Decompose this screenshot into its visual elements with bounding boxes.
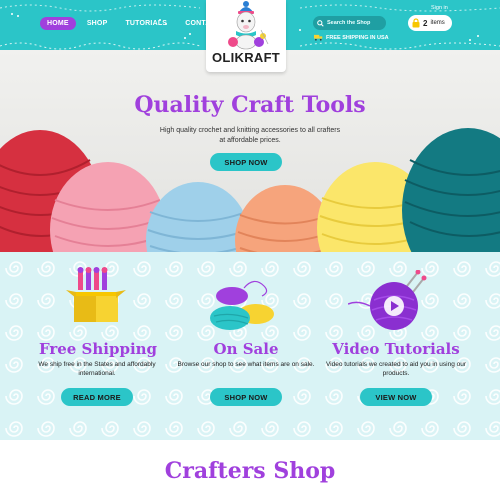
cart-items-label: items — [430, 20, 445, 26]
free-shipping-banner: FREE SHIPPING IN USA — [314, 34, 389, 41]
main-nav: HOME SHOP TUTORIALS CONTACT — [40, 17, 227, 30]
feature-title-video-tutorials: Video Tutorials — [332, 340, 460, 358]
free-shipping-text: FREE SHIPPING IN USA — [326, 34, 389, 41]
crafters-shop-section: Crafters Shop — [0, 440, 500, 500]
nav-home[interactable]: HOME — [40, 17, 76, 30]
search-placeholder: Search the Shop — [327, 20, 371, 26]
section-title: Crafters Shop — [164, 458, 336, 484]
feature-title-free-shipping: Free Shipping — [38, 340, 158, 358]
logo[interactable]: OLIKRAFT — [206, 0, 286, 72]
shop-now-button[interactable]: SHOP NOW — [210, 388, 282, 406]
search-input[interactable]: Search the Shop — [313, 16, 386, 30]
llama-logo-icon — [228, 1, 269, 50]
hero-banner: Quality Craft Tools High quality crochet… — [0, 50, 500, 252]
hero-subtitle: High quality crochet and knitting access… — [159, 127, 341, 144]
truck-icon — [314, 34, 323, 41]
lock-icon — [412, 18, 420, 28]
shipping-box-icon — [66, 267, 126, 322]
video-yarn-icon — [348, 270, 427, 330]
yarn-image — [0, 50, 500, 252]
view-now-button[interactable]: VIEW NOW — [360, 388, 432, 406]
hero-shop-now-button[interactable]: SHOP NOW — [210, 153, 282, 171]
features-section: Free Shipping We ship free in the States… — [0, 252, 500, 440]
search-icon — [317, 19, 324, 27]
hero-title: Quality Craft Tools — [134, 92, 366, 118]
nav-shop[interactable]: SHOP — [80, 17, 115, 30]
signin-link[interactable]: Sign in — [431, 5, 448, 11]
read-more-button[interactable]: READ MORE — [61, 388, 133, 406]
feature-desc-video-tutorials: Video tutorials we created to aid you in… — [325, 361, 467, 377]
cart-button[interactable]: 2 items — [408, 15, 452, 31]
feature-title-on-sale: On Sale — [213, 340, 279, 358]
nav-tutorials[interactable]: TUTORIALS — [118, 17, 174, 30]
cart-count: 2 — [423, 18, 428, 28]
logo-text: OLIKRAFT — [211, 50, 281, 65]
feature-desc-on-sale: Browse our shop to see what items are on… — [177, 361, 315, 368]
yarn-sale-icon — [210, 280, 274, 330]
feature-desc-free-shipping: We ship free in the States and affordabl… — [38, 361, 156, 377]
